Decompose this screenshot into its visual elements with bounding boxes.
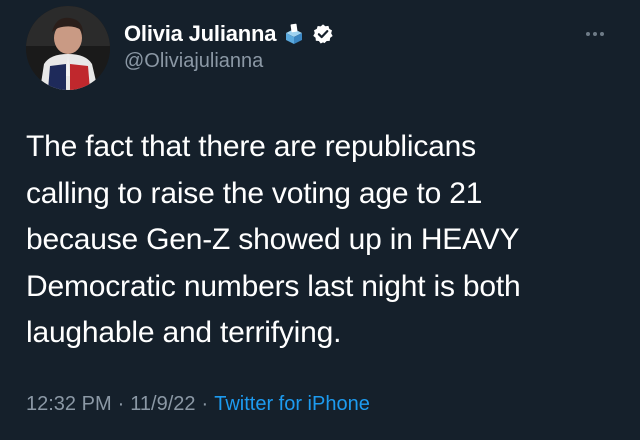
avatar[interactable] — [26, 6, 110, 90]
avatar-photo — [26, 6, 110, 90]
tweet-text-line: Democratic numbers last night is both — [26, 269, 521, 303]
display-name[interactable]: Olivia Julianna — [124, 21, 276, 47]
tweet-text-line: because Gen-Z showed up in HEAVY — [26, 223, 520, 256]
meta-separator: · — [201, 393, 209, 415]
more-dot — [586, 32, 590, 36]
more-dot — [600, 32, 604, 36]
more-options-icon[interactable] — [580, 24, 610, 44]
meta-separator: · — [117, 393, 125, 415]
more-dot — [593, 32, 597, 36]
author-handle[interactable]: @Oliviajulianna — [124, 50, 263, 73]
tweet-metadata: 12:32 PM · 11/9/22 · Twitter for iPhone — [26, 393, 370, 416]
verified-badge-icon — [312, 23, 334, 45]
tweet-text-line: calling to raise the voting age to 21 — [26, 176, 483, 210]
tweet-time[interactable]: 12:32 PM — [26, 393, 112, 415]
tweet-text: The fact that there are republicans call… — [26, 124, 626, 357]
tweet-date[interactable]: 11/9/22 — [130, 393, 195, 415]
tweet-card: Olivia Julianna @Oliviajulianna The fact… — [0, 0, 640, 440]
ballot-box-icon — [282, 22, 306, 46]
tweet-text-line: The fact that there are republicans — [26, 130, 476, 163]
tweet-source-link[interactable]: Twitter for iPhone — [214, 393, 370, 415]
tweet-text-line: laughable and terrifying. — [26, 316, 342, 349]
author-name-row: Olivia Julianna — [124, 17, 334, 51]
